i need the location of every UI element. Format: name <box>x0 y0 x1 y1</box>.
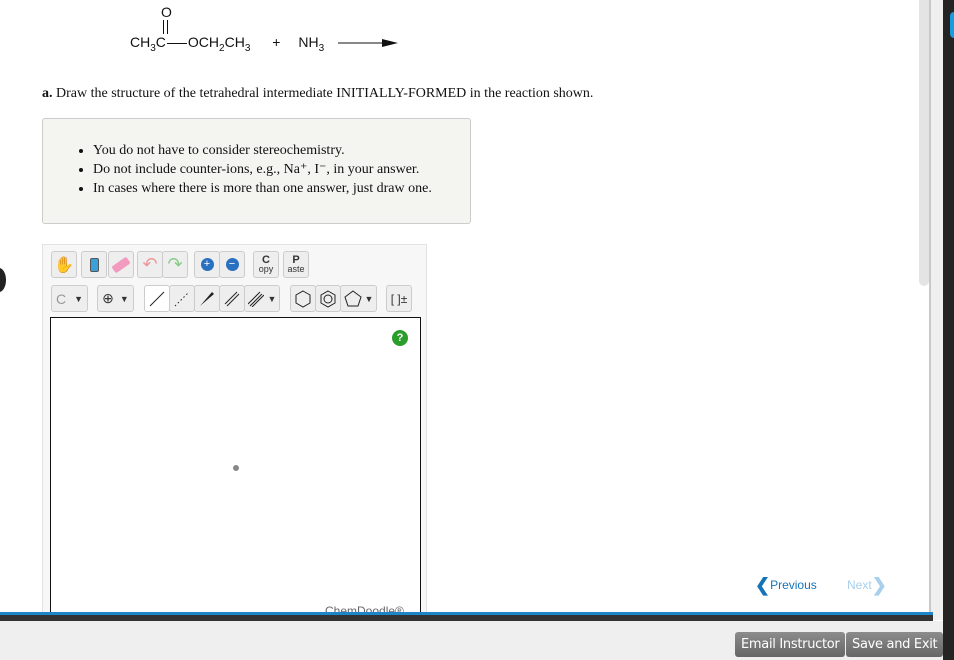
cyclopentane-icon <box>343 289 362 306</box>
chemdoodle-logo: ChemDoodle® <box>325 604 404 612</box>
redo-icon: ↷ <box>167 254 183 274</box>
single-bond-button[interactable] <box>144 285 170 312</box>
question-content: O CH3C OCH2CH3 + NH3 a. Draw the structur… <box>0 0 929 612</box>
canvas-dot <box>233 465 239 471</box>
dropdown-arrow-icon: ▼ <box>119 293 129 304</box>
carbonyl-carbon: C <box>155 34 166 50</box>
cyclohexane-icon <box>295 289 311 308</box>
zoom-in-icon: + <box>200 258 214 271</box>
copy-button[interactable]: Copy <box>253 251 279 278</box>
double-bond-icon <box>224 291 240 306</box>
carbonyl-oxygen: O <box>161 4 172 20</box>
hint-item: You do not have to consider stereochemis… <box>93 141 470 160</box>
paste-button[interactable]: Paste <box>283 251 309 278</box>
scrollbar[interactable] <box>919 0 929 286</box>
reaction-arrow-icon <box>338 39 399 48</box>
wash-bottle-icon <box>89 257 99 272</box>
dropdown-arrow-icon: ▼ <box>267 293 277 304</box>
benzene-icon <box>320 289 336 308</box>
hint-item: Do not include counter-ions, e.g., Na⁺, … <box>93 160 470 179</box>
undo-button[interactable]: ↶ <box>137 251 163 278</box>
ester-ch3: CH <box>130 34 151 50</box>
pan-hand-button[interactable]: ✋ <box>51 251 77 278</box>
dropdown-arrow-icon: ▼ <box>74 293 84 304</box>
wedge-bond-icon <box>200 291 214 306</box>
hint-box: You do not have to consider stereochemis… <box>42 118 471 224</box>
right-panel <box>943 0 954 660</box>
hint-item: In cases where there is more than one an… <box>93 179 470 198</box>
zoom-in-button[interactable]: + <box>194 251 220 278</box>
previous-button[interactable]: ❮Previous <box>755 575 817 596</box>
bracket-button[interactable]: [ ]± <box>386 285 412 312</box>
hashed-bond-button[interactable] <box>169 285 195 312</box>
save-and-exit-button[interactable]: Save and Exit <box>846 632 944 657</box>
triple-bond-button[interactable]: ▼ <box>244 285 280 312</box>
right-gutter <box>929 0 943 620</box>
benzene-button[interactable] <box>315 285 341 312</box>
cyclopentane-button[interactable]: ▼ <box>340 285 377 312</box>
ammonia: NH <box>298 34 319 50</box>
eraser-icon <box>111 256 131 273</box>
clear-button[interactable] <box>81 251 107 278</box>
hand-icon: ✋ <box>54 256 74 274</box>
triple-bond-icon <box>247 291 264 307</box>
double-bond-button[interactable] <box>219 285 245 312</box>
redo-button[interactable]: ↷ <box>162 251 188 278</box>
single-bond <box>166 42 187 44</box>
double-bond <box>163 20 168 34</box>
chevron-left-icon: ❮ <box>755 575 771 595</box>
charge-selector[interactable]: ⊕ ▼ <box>97 285 134 312</box>
cyclohexane-button[interactable] <box>290 285 316 312</box>
side-tab[interactable] <box>950 12 954 38</box>
undo-icon: ↶ <box>142 254 158 274</box>
eraser-button[interactable] <box>108 251 134 278</box>
dropdown-arrow-icon: ▼ <box>364 293 374 304</box>
plus-sign: + <box>272 34 281 50</box>
chemdoodle-sketcher: ✋ ↶ ↷ + − Copy Paste C ▼ ⊕ ▼ ▼ ▼ [ ]± ? Ch… <box>42 244 427 612</box>
single-bond-icon <box>149 291 165 306</box>
email-instructor-button[interactable]: Email Instructor <box>735 632 846 657</box>
help-button[interactable]: ? <box>392 330 408 346</box>
drawing-canvas[interactable]: ? ChemDoodle® <box>50 317 421 612</box>
zoom-out-icon: − <box>225 258 239 271</box>
wedge-bond-button[interactable] <box>194 285 220 312</box>
zoom-out-button[interactable]: − <box>219 251 245 278</box>
ester-och2: OCH <box>187 34 220 50</box>
next-button[interactable]: Next❯ <box>847 575 887 596</box>
atom-selector[interactable]: C ▼ <box>51 285 88 312</box>
question-text: a. Draw the structure of the tetrahedral… <box>42 86 594 101</box>
subscript: 3 <box>318 42 325 54</box>
hashed-bond-icon <box>174 291 190 306</box>
subscript: 3 <box>244 42 251 54</box>
ester-ch3: CH <box>224 34 245 50</box>
chevron-right-icon: ❯ <box>871 575 887 595</box>
